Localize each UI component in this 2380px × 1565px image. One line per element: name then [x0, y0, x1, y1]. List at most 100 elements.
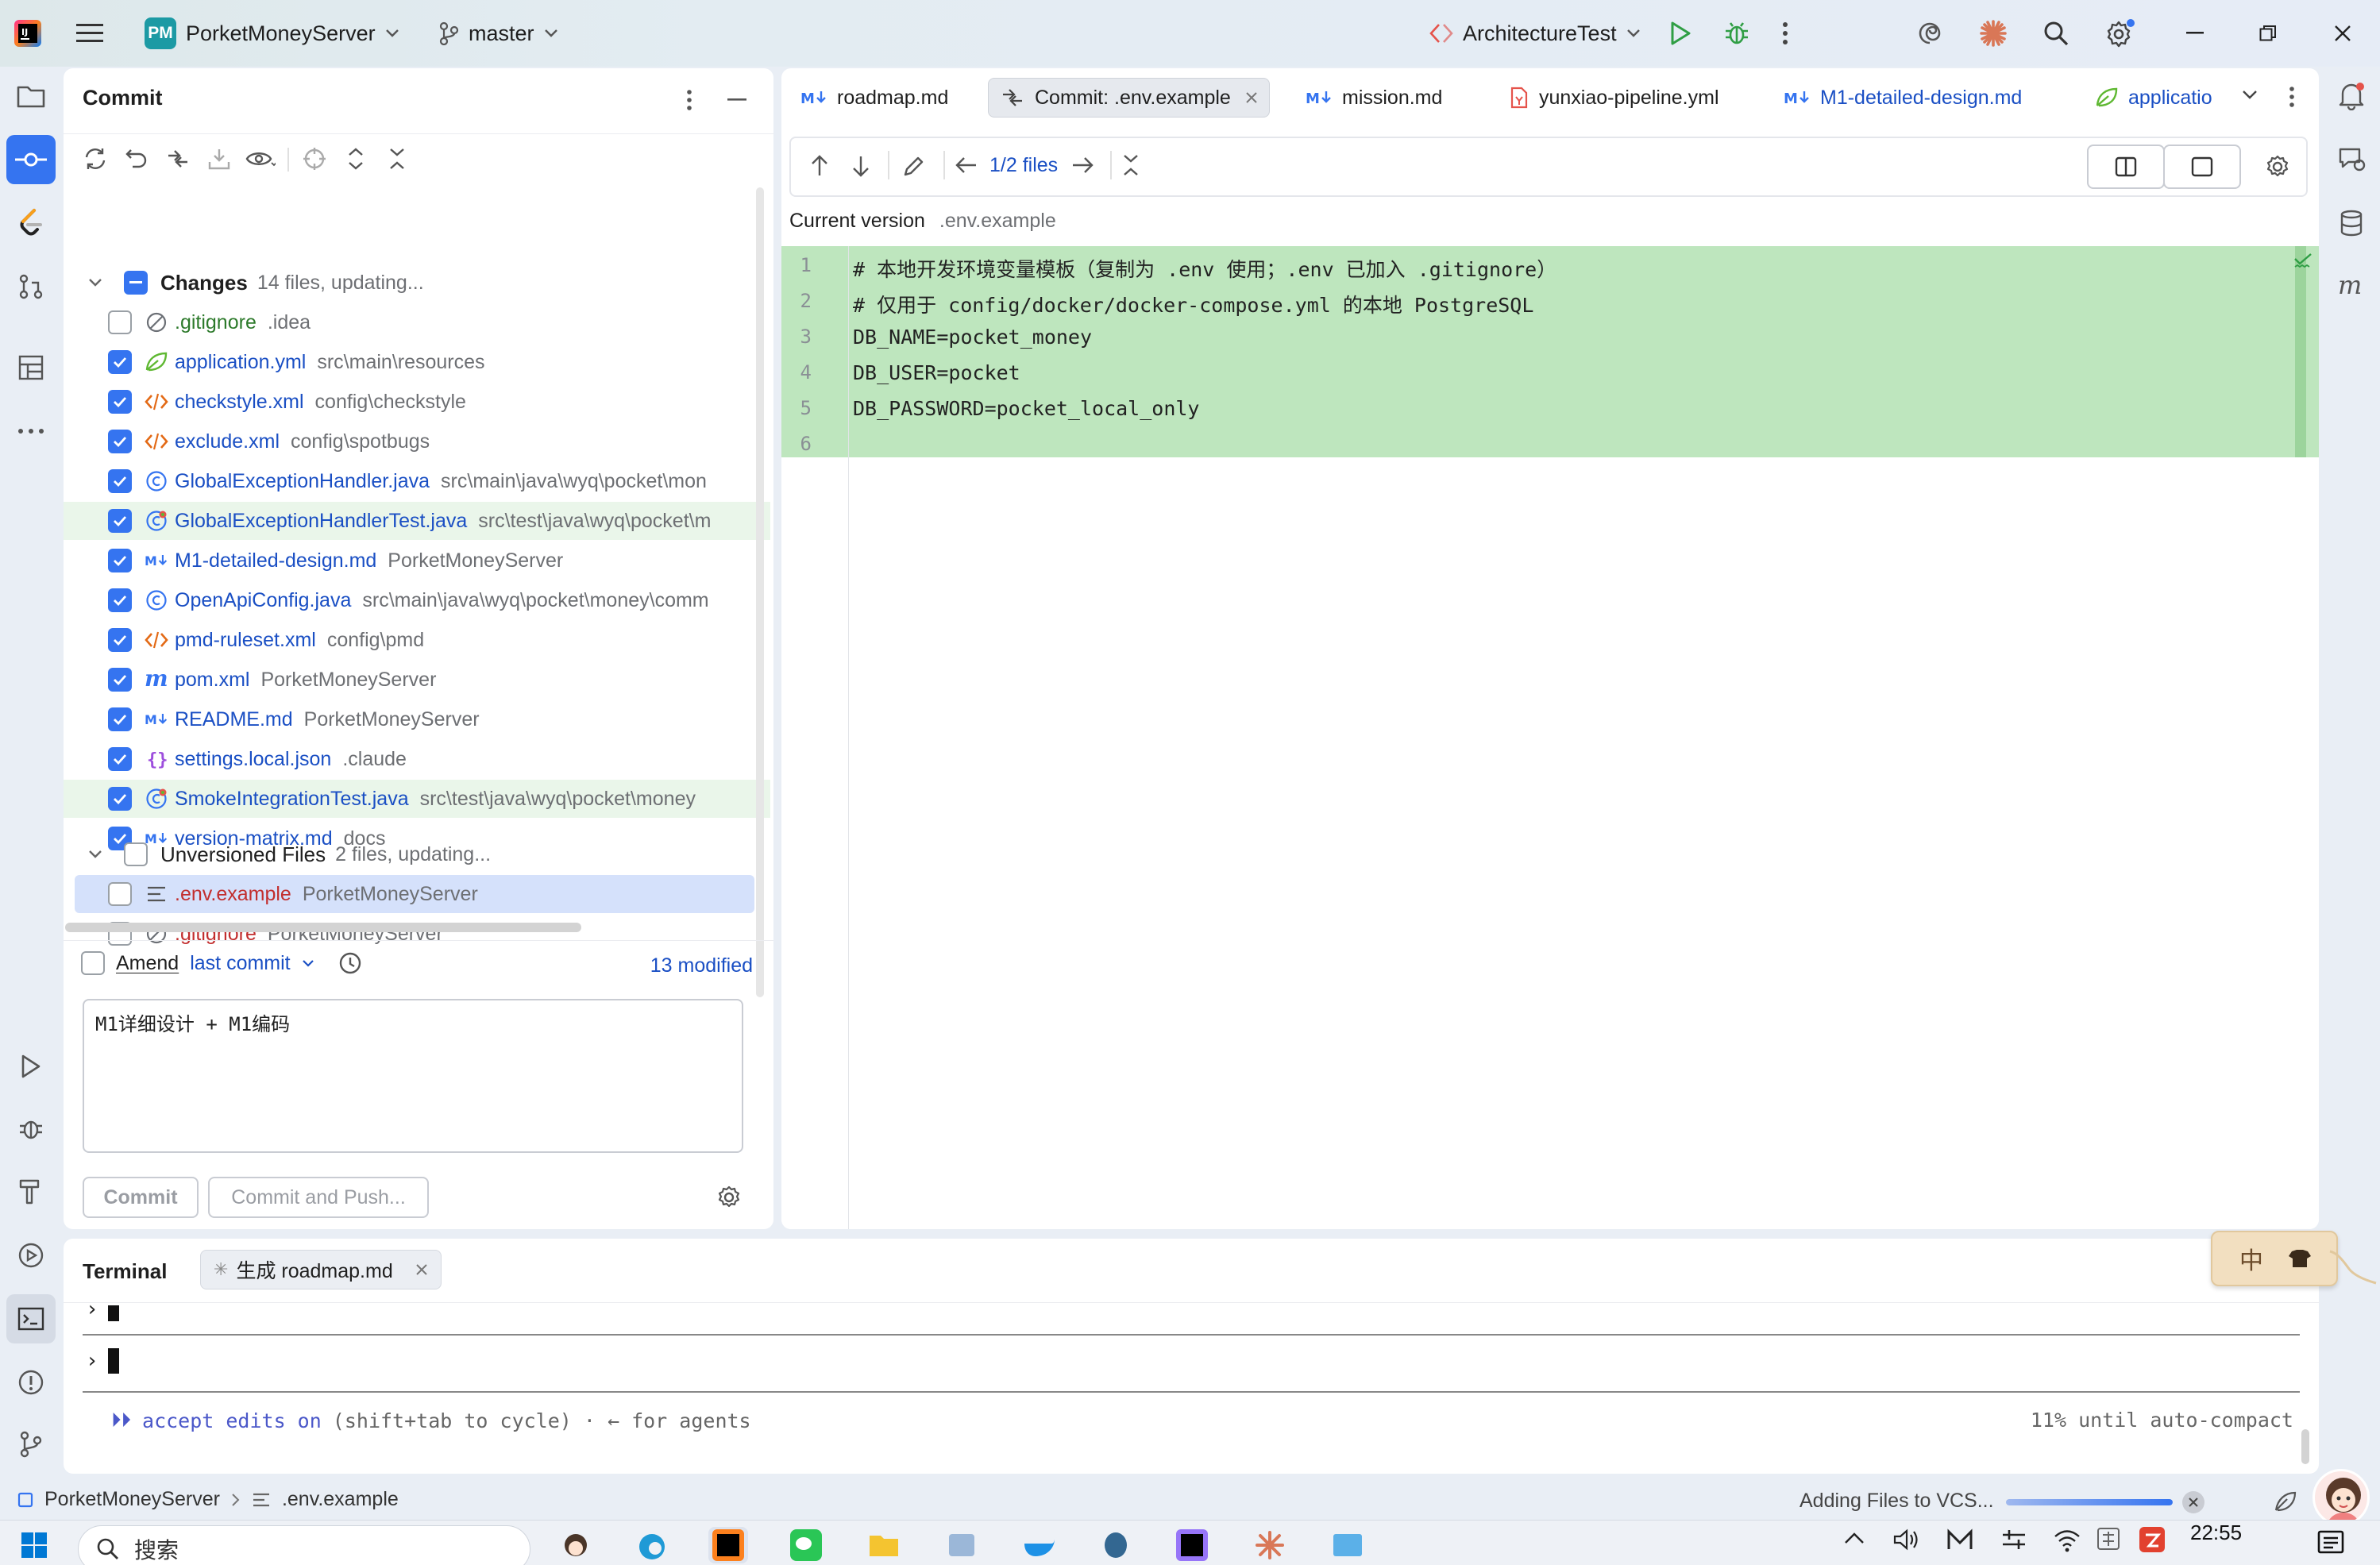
taskbar-clock[interactable]: 22:55 [2190, 1521, 2242, 1545]
maven-button[interactable]: m [2328, 264, 2374, 310]
unversioned-row[interactable]: .gitignore PorketMoneyServer [64, 915, 770, 953]
search-everywhere-button[interactable] [2042, 0, 2069, 67]
change-row[interactable]: .gitignore .idea [64, 303, 770, 341]
next-difference-button[interactable] [851, 154, 870, 178]
tray-overflow-icon[interactable] [1844, 1532, 1865, 1544]
pull-requests-tool-button[interactable] [8, 264, 54, 310]
ime-tray-icon[interactable] [2096, 1527, 2120, 1551]
change-row[interactable]: {} settings.local.json .claude [64, 740, 770, 778]
amend-checkbox[interactable] [81, 951, 105, 975]
editor-tab[interactable]: Mmission.md [1306, 78, 1442, 118]
previous-difference-button[interactable] [810, 154, 829, 178]
expand-all-button[interactable] [338, 141, 373, 176]
build-tool-button[interactable] [8, 1169, 54, 1215]
run-tool-button[interactable] [8, 1043, 54, 1089]
change-row[interactable]: SmokeIntegrationTest.java src\test\java\w… [64, 780, 770, 818]
ime-toolbar[interactable]: 中 [2211, 1231, 2338, 1286]
close-window-button[interactable] [2305, 0, 2380, 67]
more-tools-button[interactable] [8, 408, 54, 454]
commit-tool-button[interactable] [6, 135, 56, 184]
power-save-icon[interactable] [2273, 1490, 2298, 1513]
structure-tool-button[interactable] [8, 345, 54, 391]
tray-wps-icon[interactable] [2139, 1527, 2165, 1552]
ai-assistant-button[interactable] [1915, 0, 1944, 67]
last-commit-dropdown[interactable]: last commit [190, 952, 290, 975]
diff-settings-button[interactable] [2265, 154, 2290, 179]
ai-chat-button[interactable] [2328, 137, 2374, 183]
next-file-button[interactable] [1070, 156, 1094, 175]
change-row[interactable]: exclude.xml config\spotbugs [64, 422, 770, 461]
app-logo-icon[interactable]: IJ [14, 0, 41, 67]
change-checkbox[interactable] [108, 668, 132, 692]
modified-count-link[interactable]: 13 modified [650, 954, 753, 977]
collapse-all-button[interactable] [380, 141, 415, 176]
database-button[interactable] [2328, 200, 2374, 246]
taskbar-datagrip-icon[interactable] [1172, 1527, 1212, 1563]
terminal-scrollbar[interactable] [2301, 1429, 2309, 1464]
shelve-button[interactable] [202, 141, 237, 176]
taskbar-intellij-icon[interactable] [708, 1527, 748, 1563]
change-checkbox[interactable] [108, 787, 132, 811]
change-checkbox[interactable] [108, 628, 132, 652]
unversioned-group[interactable]: Unversioned Files 2 files, updating... [64, 835, 770, 873]
taskbar-docker-icon[interactable] [1020, 1527, 1059, 1563]
change-row[interactable]: GlobalExceptionHandler.java src\main\java… [64, 462, 770, 500]
claude-button[interactable] [1979, 0, 2008, 67]
breadcrumb-project[interactable]: PorketMoneyServer [44, 1488, 220, 1511]
taskbar-search-box[interactable]: 搜索 [78, 1525, 530, 1565]
amend-label[interactable]: Amend [116, 952, 179, 975]
taskbar-edge-icon[interactable] [632, 1527, 672, 1563]
taskbar-claude-icon[interactable] [1250, 1527, 1290, 1563]
tabs-dropdown-button[interactable] [2241, 89, 2258, 100]
debug-tool-button[interactable] [8, 1105, 54, 1151]
vertical-scrollbar[interactable] [756, 187, 764, 997]
taskbar-file-explorer-icon[interactable] [864, 1527, 904, 1563]
cancel-task-button[interactable] [2182, 1491, 2204, 1513]
problems-tool-button[interactable] [8, 1359, 54, 1405]
run-button[interactable] [1669, 0, 1691, 67]
start-button[interactable] [14, 1527, 54, 1563]
services-tool-button[interactable] [8, 1232, 54, 1278]
change-checkbox[interactable] [108, 310, 132, 334]
edit-source-button[interactable] [902, 154, 926, 178]
debug-button[interactable] [1723, 0, 1750, 67]
tray-network-settings-icon[interactable] [2001, 1528, 2027, 1551]
change-checkbox[interactable] [108, 430, 132, 453]
taskbar-postgresql-icon[interactable] [1096, 1527, 1136, 1563]
change-row[interactable]: m pom.xml PorketMoneyServer [64, 661, 770, 699]
change-row[interactable]: GlobalExceptionHandlerTest.java src\test\… [64, 502, 770, 540]
notification-center-icon[interactable] [2317, 1530, 2344, 1554]
minimize-window-button[interactable] [2157, 0, 2233, 67]
change-row[interactable]: OpenApiConfig.java src\main\java\wyq\pock… [64, 581, 770, 619]
ime-skin-icon[interactable] [2287, 1248, 2312, 1269]
panel-options-button[interactable] [686, 89, 692, 111]
restore-window-button[interactable] [2230, 0, 2306, 67]
taskbar-wechat-icon[interactable] [786, 1527, 826, 1563]
unversioned-group-checkbox[interactable] [124, 842, 148, 866]
editor-options-button[interactable] [2289, 86, 2295, 108]
hide-panel-button[interactable] [727, 98, 746, 102]
branch-selector[interactable]: master [438, 0, 558, 67]
terminal-tab[interactable]: ✳ 生成 roadmap.md [200, 1250, 442, 1289]
editor-tab[interactable]: M M1-detailed-design.md [1784, 78, 2022, 118]
taskbar-app-chart-icon[interactable] [942, 1527, 982, 1563]
close-tab-button[interactable] [415, 1263, 428, 1276]
files-counter[interactable]: 1/2 files [989, 154, 1058, 177]
commit-message-input[interactable]: M1详细设计 + M1编码 [83, 999, 743, 1153]
editor-tab[interactable]: Commit: .env.example [988, 78, 1270, 118]
change-row[interactable]: pmd-ruleset.xml config\pmd [64, 621, 770, 659]
taskbar-app-avatar-icon[interactable] [556, 1527, 596, 1563]
editor-tab[interactable]: yunxiao-pipeline.yml [1509, 78, 1719, 118]
terminal-tool-button[interactable] [6, 1294, 56, 1343]
more-actions-button[interactable] [1782, 0, 1788, 67]
side-by-side-viewer-button[interactable] [2087, 145, 2165, 189]
tray-app-m-icon[interactable] [1947, 1528, 1973, 1551]
change-checkbox[interactable] [108, 350, 132, 374]
unversioned-row[interactable]: .env.example PorketMoneyServer [75, 875, 754, 913]
commit-history-button[interactable] [338, 951, 362, 975]
unified-viewer-button[interactable] [2163, 145, 2241, 189]
run-config-selector[interactable]: ArchitectureTest [1429, 0, 1641, 67]
unversioned-checkbox[interactable] [108, 882, 132, 906]
leetcode-tool-button[interactable] [8, 200, 54, 246]
terminal-prompt[interactable]: › [86, 1348, 119, 1374]
